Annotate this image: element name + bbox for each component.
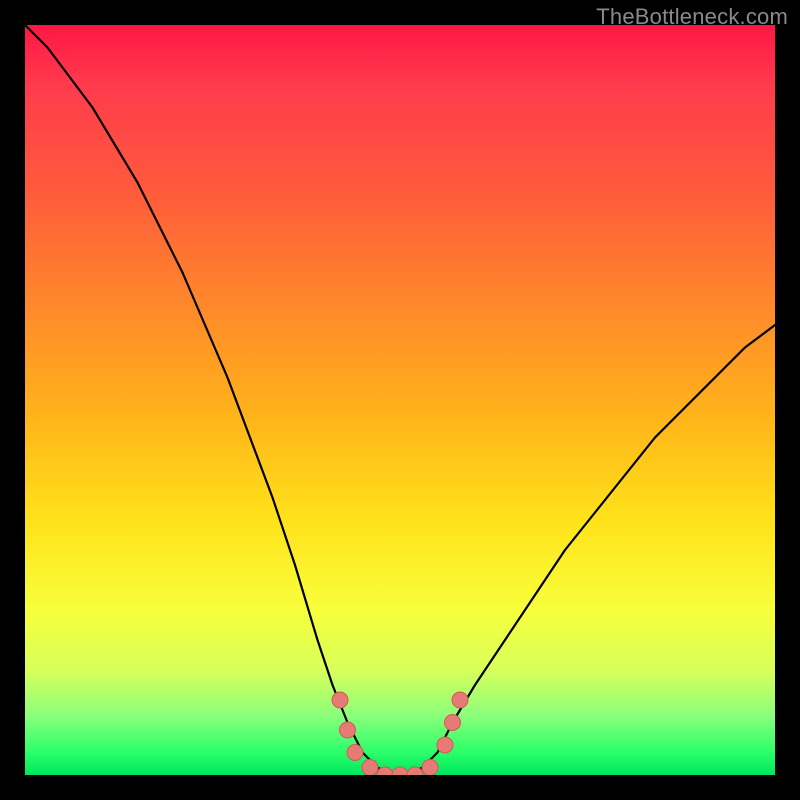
plateau-marker xyxy=(445,715,461,731)
bottleneck-curve-svg xyxy=(25,25,775,775)
chart-plot-area xyxy=(25,25,775,775)
plateau-marker xyxy=(347,745,363,761)
plateau-marker xyxy=(392,767,408,775)
watermark-text: TheBottleneck.com xyxy=(596,4,788,30)
bottleneck-curve xyxy=(25,25,775,775)
plateau-marker xyxy=(452,692,468,708)
plateau-marker xyxy=(437,737,453,753)
chart-frame: TheBottleneck.com xyxy=(0,0,800,800)
plateau-marker xyxy=(422,760,438,776)
plateau-marker xyxy=(362,760,378,776)
plateau-marker xyxy=(340,722,356,738)
plateau-marker xyxy=(332,692,348,708)
